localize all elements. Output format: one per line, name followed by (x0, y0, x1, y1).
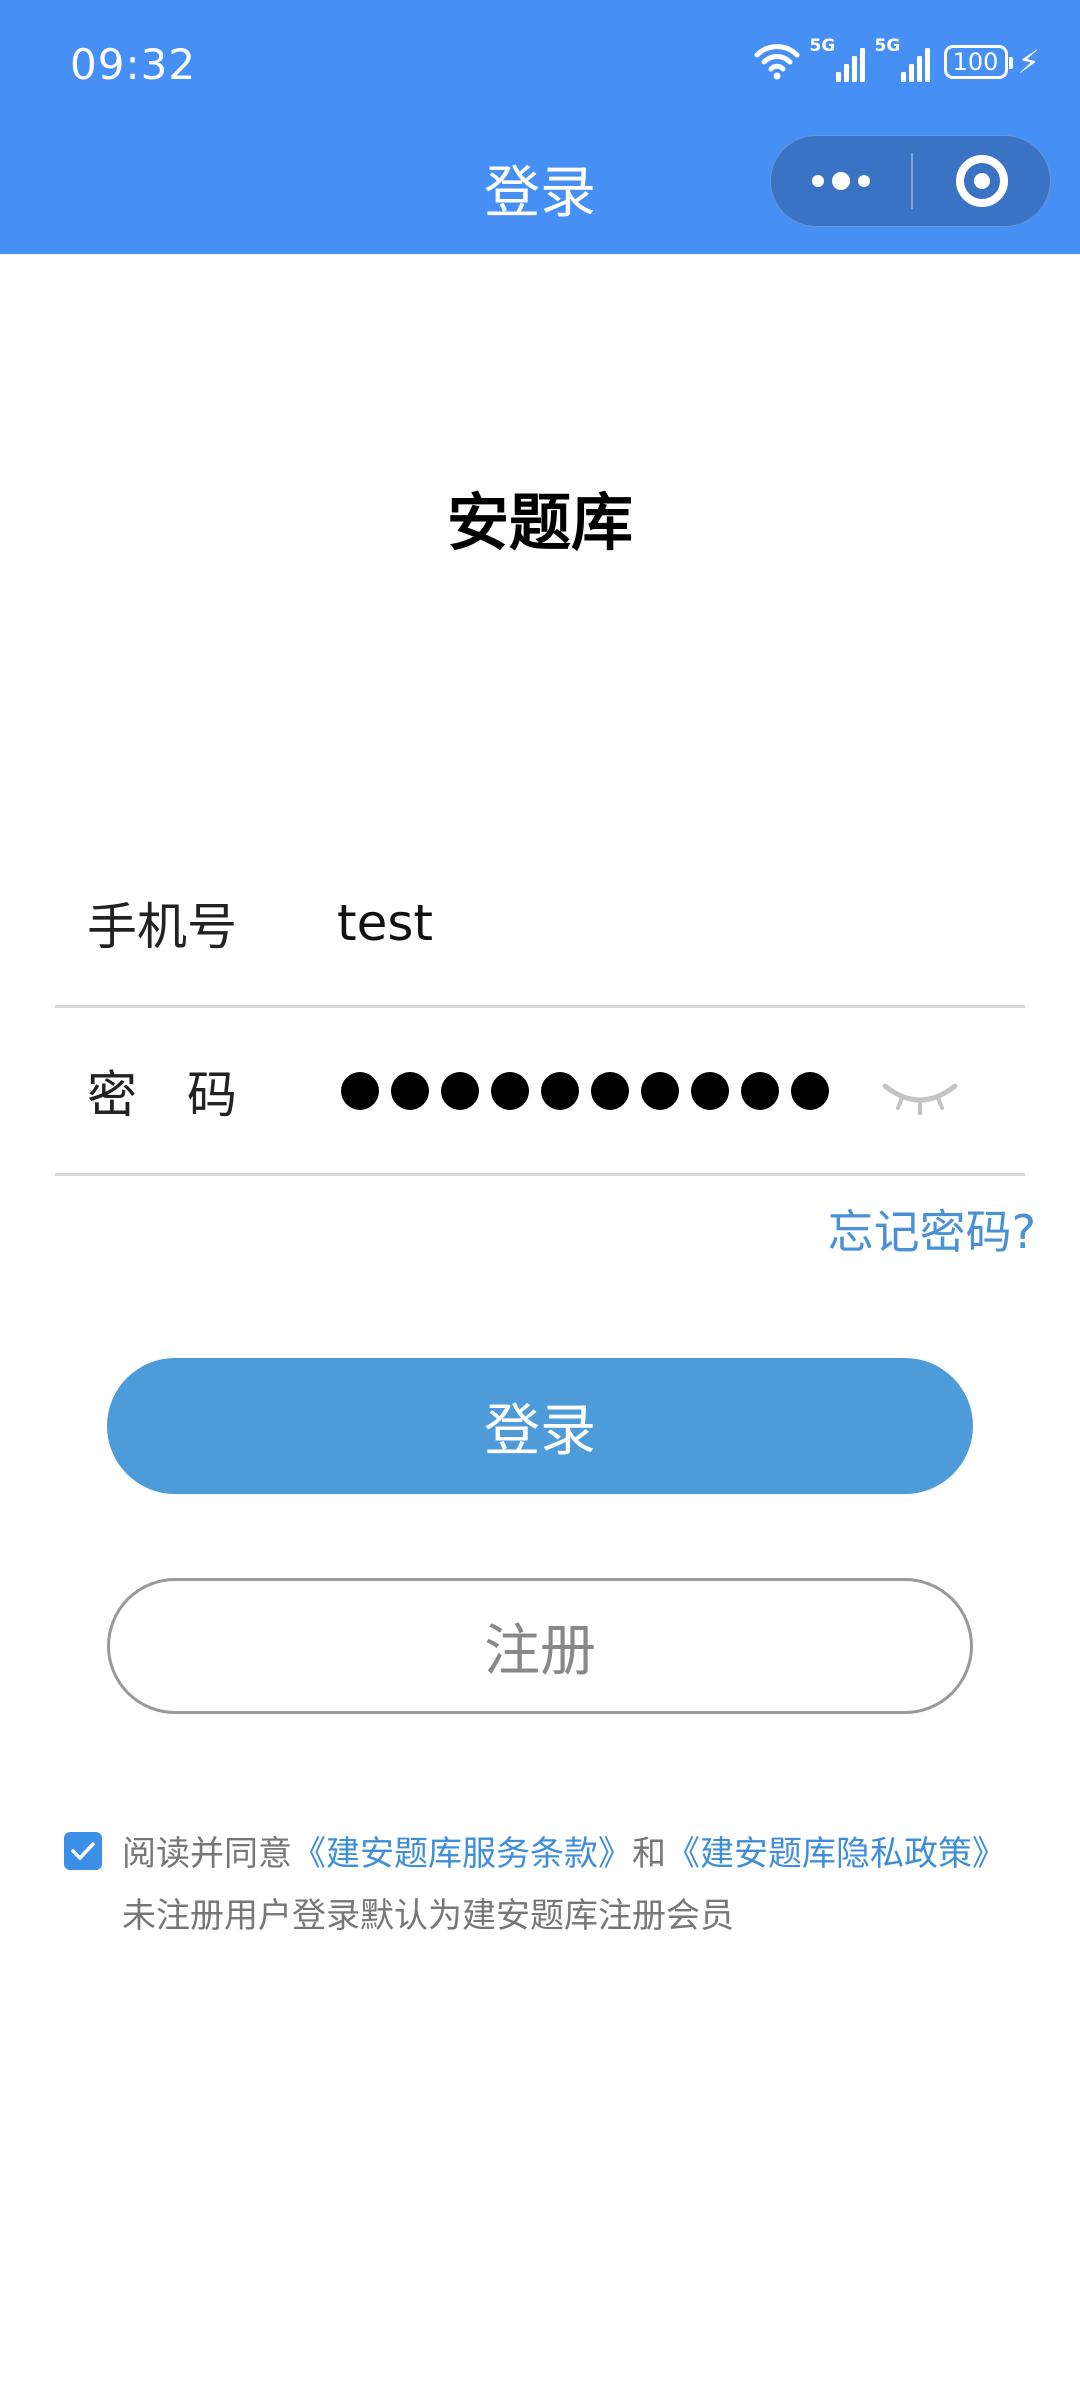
register-button[interactable]: 注册 (107, 1578, 973, 1714)
mini-program-capsule (770, 135, 1051, 227)
password-input[interactable] (341, 1071, 829, 1110)
forgot-password-link[interactable]: 忘记密码? (828, 1196, 1036, 1262)
login-button[interactable]: 登录 (107, 1358, 973, 1494)
wifi-icon (754, 44, 800, 80)
registration-note: 未注册用户登录默认为建安题库注册会员 (122, 1896, 734, 1936)
checkmark-icon (71, 1842, 95, 1860)
agreement-prefix: 阅读并同意 (122, 1834, 292, 1874)
navigation-bar: 09:32 5G 5G 100 ⚡ 登录 (0, 0, 1080, 254)
more-menu-icon[interactable] (771, 136, 911, 226)
status-icons: 5G 5G 100 ⚡ (754, 36, 1040, 82)
password-label: 密 码 (87, 1065, 237, 1124)
signal-icon: 5G (810, 36, 865, 82)
battery-icon: 100 (943, 45, 1013, 79)
terms-link[interactable]: 《建安题库服务条款》 (292, 1834, 632, 1874)
signal-icon: 5G (875, 36, 930, 82)
battery-level: 100 (952, 48, 999, 76)
close-target-icon[interactable] (913, 136, 1050, 226)
phone-label: 手机号 (87, 897, 237, 956)
privacy-link[interactable]: 《建安题库隐私政策》 (666, 1834, 1006, 1874)
agreement-checkbox[interactable] (64, 1832, 102, 1870)
app-name: 安题库 (446, 486, 633, 559)
password-field-row: 密 码 (55, 1008, 1025, 1176)
phone-input[interactable]: test (337, 894, 433, 952)
agreement-and: 和 (632, 1834, 666, 1874)
agreement-text: 阅读并同意《建安题库服务条款》和《建安题库隐私政策》 (122, 1826, 1006, 1875)
charging-icon: ⚡ (1017, 43, 1040, 81)
eye-closed-icon[interactable] (880, 1076, 960, 1116)
status-time: 09:32 (70, 40, 197, 89)
phone-field-row: 手机号 test (55, 840, 1025, 1008)
